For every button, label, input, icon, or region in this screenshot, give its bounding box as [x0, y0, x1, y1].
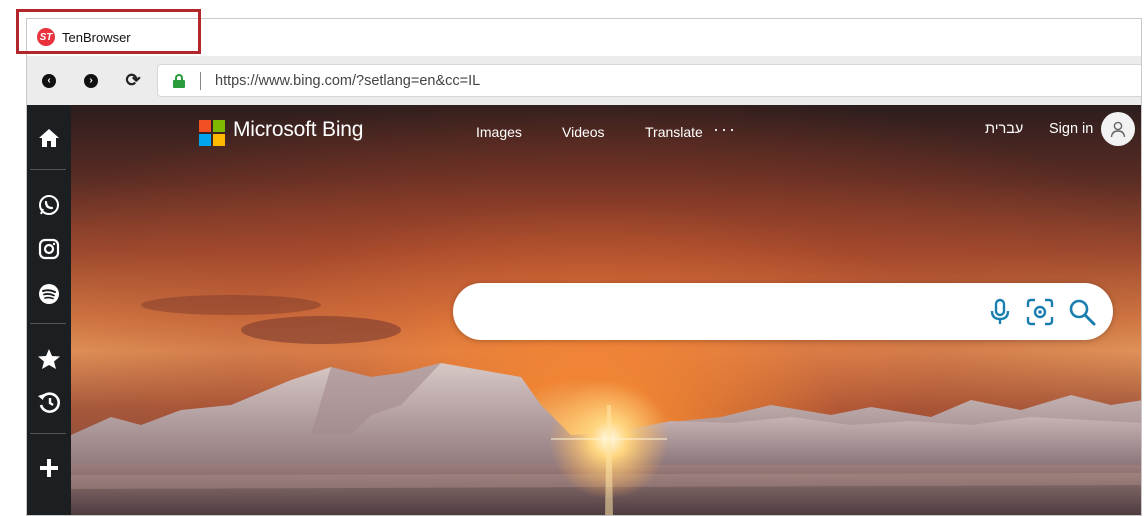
plus-icon [40, 459, 58, 477]
nav-link-translate[interactable]: Translate [645, 124, 703, 140]
bing-header: Microsoft Bing Images Videos Translate ·… [71, 105, 1141, 157]
tenbrowser-logo-icon: ST [37, 28, 55, 46]
search-box [453, 283, 1113, 340]
instagram-icon [38, 238, 60, 260]
nav-link-images[interactable]: Images [476, 124, 522, 140]
browser-tab[interactable]: ST TenBrowser [29, 21, 195, 53]
language-link[interactable]: עברית [985, 121, 1023, 137]
spotify-icon [39, 284, 59, 304]
back-arrow-icon: ‹ [42, 73, 56, 88]
search-input[interactable] [477, 293, 961, 331]
microphone-icon[interactable] [985, 297, 1015, 327]
sidebar-item-home[interactable] [27, 122, 71, 154]
tab-strip: ST TenBrowser [27, 19, 1141, 57]
nav-link-videos[interactable]: Videos [562, 124, 605, 140]
sidebar-divider [30, 433, 66, 434]
sidebar-item-favorites[interactable] [27, 343, 71, 375]
bing-homepage: Microsoft Bing Images Videos Translate ·… [71, 105, 1141, 515]
tab-title: TenBrowser [62, 29, 131, 45]
home-icon [39, 129, 59, 147]
url-text[interactable]: https://www.bing.com/?setlang=en&cc=IL [215, 73, 480, 89]
history-icon [38, 392, 60, 413]
microsoft-logo-icon[interactable] [199, 120, 225, 146]
whatsapp-icon [39, 195, 59, 215]
star-icon [38, 349, 60, 369]
lock-icon [172, 73, 186, 88]
back-button[interactable]: ‹ [33, 65, 65, 97]
sidebar-item-whatsapp[interactable] [27, 189, 71, 221]
search-icon[interactable] [1067, 297, 1097, 327]
sidebar-divider [30, 169, 66, 170]
address-divider [200, 71, 201, 90]
visual-search-icon[interactable] [1025, 297, 1055, 327]
user-avatar-icon[interactable] [1101, 112, 1135, 146]
forward-arrow-icon: › [84, 73, 98, 88]
sidebar-item-history[interactable] [27, 387, 71, 419]
forward-button[interactable]: › [75, 65, 107, 97]
sidebar-item-instagram[interactable] [27, 233, 71, 265]
side-panel [27, 105, 71, 515]
sign-in-link[interactable]: Sign in [1049, 121, 1093, 137]
more-menu-icon[interactable]: ··· [713, 119, 737, 140]
address-bar[interactable]: https://www.bing.com/?setlang=en&cc=IL [157, 64, 1141, 97]
reload-icon: ⟳ [125, 70, 141, 90]
browser-window: ST TenBrowser ‹ › ⟳ https://www.bing.com… [26, 18, 1142, 516]
navigation-toolbar: ‹ › ⟳ https://www.bing.com/?setlang=en&c… [27, 56, 1141, 105]
sidebar-divider [30, 323, 66, 324]
reload-button[interactable]: ⟳ [117, 65, 149, 97]
bing-brand-title[interactable]: Microsoft Bing [233, 118, 363, 142]
sidebar-item-add[interactable] [27, 452, 71, 484]
sidebar-item-spotify[interactable] [27, 278, 71, 310]
